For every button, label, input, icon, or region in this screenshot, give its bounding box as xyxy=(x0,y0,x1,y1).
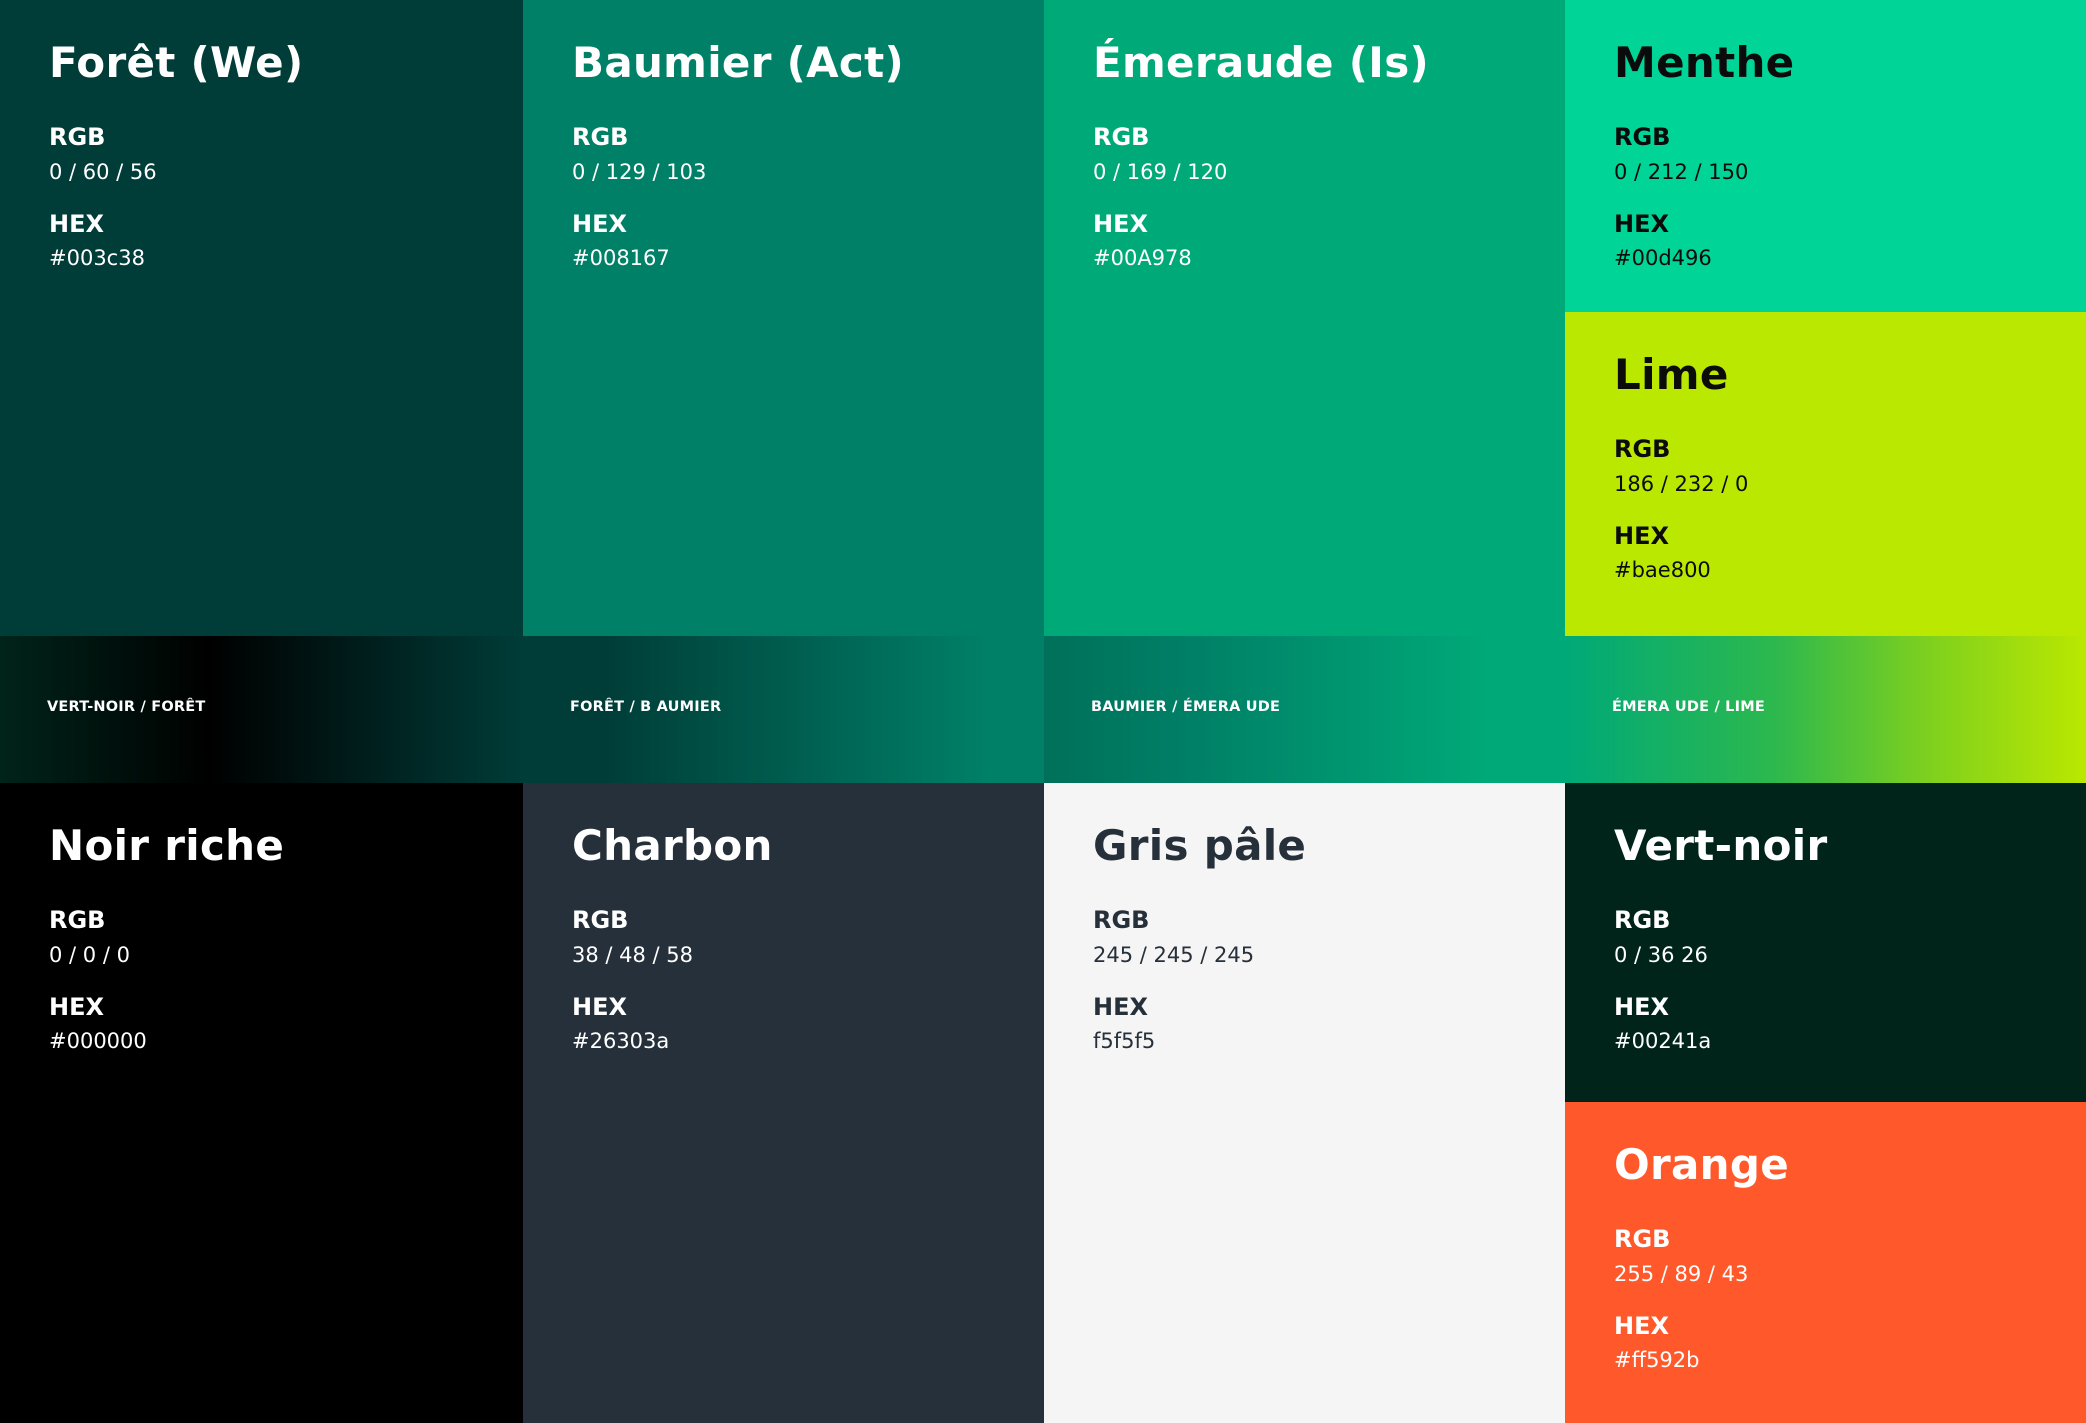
rgb-value: 0 / 212 / 150 xyxy=(1614,160,1749,184)
swatch-name: Baumier (Act) xyxy=(572,38,905,87)
rgb-value: 0 / 0 / 0 xyxy=(49,943,130,967)
rgb-label: RGB xyxy=(49,906,106,934)
hex-value: f5f5f5 xyxy=(1093,1029,1156,1053)
swatch-name: Noir riche xyxy=(49,821,285,870)
hex-label: HEX xyxy=(1093,210,1148,238)
gradient-vert-noir-foret: VERT-NOIR / FORÊT xyxy=(0,636,523,783)
swatch-name: Orange xyxy=(1614,1140,1790,1189)
swatch-charbon: Charbon RGB 38 / 48 / 58 HEX #26303a xyxy=(523,783,1044,1423)
rgb-value: 0 / 169 / 120 xyxy=(1093,160,1228,184)
swatch-name: Gris pâle xyxy=(1093,821,1307,870)
hex-label: HEX xyxy=(1614,210,1669,238)
gradient-label: FORÊT / B AUMIER xyxy=(570,699,722,715)
swatch-lime: Lime RGB 186 / 232 / 0 HEX #bae800 xyxy=(1565,312,2086,636)
hex-value: #ff592b xyxy=(1614,1348,1700,1372)
rgb-label: RGB xyxy=(572,123,629,151)
swatch-name: Menthe xyxy=(1614,38,1795,87)
gradient-label: BAUMIER / ÉMERA UDE xyxy=(1091,699,1281,715)
hex-label: HEX xyxy=(49,210,104,238)
rgb-label: RGB xyxy=(1614,1225,1671,1253)
hex-value: #00d496 xyxy=(1614,246,1712,270)
hex-value: #00241a xyxy=(1614,1029,1712,1053)
rgb-label: RGB xyxy=(1093,123,1150,151)
rgb-label: RGB xyxy=(1614,123,1671,151)
rgb-value: 255 / 89 / 43 xyxy=(1614,1262,1749,1286)
rgb-value: 245 / 245 / 245 xyxy=(1093,943,1255,967)
hex-label: HEX xyxy=(1614,993,1669,1021)
gradient-baumier-emeraude: BAUMIER / ÉMERA UDE xyxy=(1044,636,1565,783)
color-palette-board: Forêt (We) RGB 0 / 60 / 56 HEX #003c38 B… xyxy=(0,0,2086,1423)
hex-value: #000000 xyxy=(49,1029,147,1053)
rgb-label: RGB xyxy=(1614,435,1671,463)
rgb-value: 0 / 60 / 56 xyxy=(49,160,157,184)
rgb-value: 38 / 48 / 58 xyxy=(572,943,694,967)
swatch-vert-noir: Vert-noir RGB 0 / 36 26 HEX #00241a xyxy=(1565,783,2086,1102)
swatch-name: Lime xyxy=(1614,350,1729,399)
hex-label: HEX xyxy=(572,210,627,238)
rgb-label: RGB xyxy=(572,906,629,934)
swatch-name: Charbon xyxy=(572,821,773,870)
rgb-label: RGB xyxy=(1093,906,1150,934)
rgb-value: 0 / 36 26 xyxy=(1614,943,1708,967)
swatch-name: Vert-noir xyxy=(1614,821,1828,870)
swatch-noir-riche: Noir riche RGB 0 / 0 / 0 HEX #000000 xyxy=(0,783,523,1423)
swatch-gris-pale: Gris pâle RGB 245 / 245 / 245 HEX f5f5f5 xyxy=(1044,783,1565,1423)
hex-label: HEX xyxy=(1093,993,1148,1021)
swatch-baumier: Baumier (Act) RGB 0 / 129 / 103 HEX #008… xyxy=(523,0,1044,636)
gradient-foret-baumier: FORÊT / B AUMIER xyxy=(523,636,1044,783)
hex-value: #26303a xyxy=(572,1029,670,1053)
hex-value: #00A978 xyxy=(1093,246,1192,270)
rgb-label: RGB xyxy=(49,123,106,151)
hex-label: HEX xyxy=(1614,1312,1669,1340)
swatch-orange: Orange RGB 255 / 89 / 43 HEX #ff592b xyxy=(1565,1102,2086,1423)
hex-value: #bae800 xyxy=(1614,558,1711,582)
swatch-foret: Forêt (We) RGB 0 / 60 / 56 HEX #003c38 xyxy=(0,0,523,636)
hex-value: #003c38 xyxy=(49,246,145,270)
swatch-name: Forêt (We) xyxy=(49,38,304,87)
hex-label: HEX xyxy=(49,993,104,1021)
gradient-label: ÉMERA UDE / LIME xyxy=(1612,699,1765,715)
swatch-menthe: Menthe RGB 0 / 212 / 150 HEX #00d496 xyxy=(1565,0,2086,312)
gradient-label: VERT-NOIR / FORÊT xyxy=(47,699,206,715)
swatch-name: Émeraude (Is) xyxy=(1093,38,1429,87)
gradient-emeraude-lime: ÉMERA UDE / LIME xyxy=(1565,636,2086,783)
rgb-value: 186 / 232 / 0 xyxy=(1614,472,1749,496)
hex-value: #008167 xyxy=(572,246,670,270)
rgb-label: RGB xyxy=(1614,906,1671,934)
rgb-value: 0 / 129 / 103 xyxy=(572,160,707,184)
hex-label: HEX xyxy=(572,993,627,1021)
hex-label: HEX xyxy=(1614,522,1669,550)
swatch-emeraude: Émeraude (Is) RGB 0 / 169 / 120 HEX #00A… xyxy=(1044,0,1565,636)
